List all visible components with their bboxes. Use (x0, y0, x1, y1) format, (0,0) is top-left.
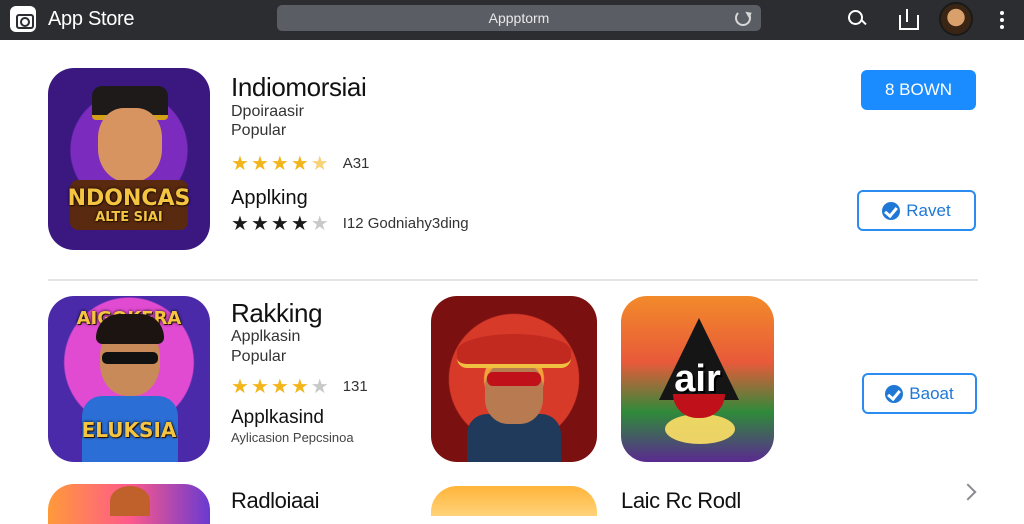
rating-row2: ★ ★ ★ ★ ★ 131 (231, 374, 368, 399)
baoat-button-label: Baoat (909, 383, 954, 403)
hat-shape (457, 334, 571, 368)
brand[interactable]: App Store (10, 6, 135, 32)
avatar[interactable] (939, 2, 973, 36)
star-icon: ★ (231, 213, 249, 235)
rating-row1: ★ ★ ★ ★ ★ A31 (231, 151, 369, 176)
app-title-row2[interactable]: Rakking (231, 298, 323, 329)
app-icon-pirate[interactable] (431, 296, 597, 462)
ravet-button-label: Ravet (906, 200, 951, 220)
icon-text: NDONCAS (67, 186, 191, 211)
app-store-icon (10, 6, 36, 32)
app-title-row3[interactable]: Radloiaai (231, 488, 320, 514)
reload-icon[interactable] (735, 10, 751, 26)
half-star-icon: ★ (310, 153, 329, 175)
top-bar: App Store Appptorm (0, 0, 1024, 40)
url-text: Appptorm (488, 10, 550, 26)
icon-text-bottom: ELUKSIA (81, 418, 177, 442)
app-icon-rakking[interactable]: AIGOKERA ELUKSIA (48, 296, 210, 462)
download-button[interactable]: 8 BOWN (861, 70, 976, 110)
glasses-shape (102, 352, 158, 364)
app-title-row3-b[interactable]: Laic Rc Rodl (621, 488, 741, 514)
rating-count-row1: A31 (342, 155, 370, 172)
app-subtitle-row2: Applkasin (231, 328, 301, 345)
star-icon: ★ (290, 213, 309, 235)
baoat-button[interactable]: Baoat (862, 373, 977, 414)
hair-shape (96, 314, 164, 344)
star-icon: ★ (231, 376, 249, 398)
star-icon: ★ (270, 213, 289, 235)
app-title: App Store (48, 7, 135, 30)
divider (48, 279, 978, 281)
section-label-row2: Applkasind (231, 407, 324, 428)
star-icon: ★ (250, 376, 269, 398)
rating2-text-row1: I12 Godniahy3ding (342, 215, 469, 232)
app-category-row1: Popular (231, 122, 287, 139)
star-empty-icon: ★ (310, 213, 329, 235)
app-title-row1[interactable]: Indiomorsiai (231, 72, 367, 103)
share-icon[interactable] (897, 8, 919, 30)
app-icon-radloiaai[interactable] (48, 484, 210, 524)
search-icon[interactable] (846, 8, 868, 30)
ravet-button[interactable]: Ravet (857, 190, 976, 231)
section-label-row1: Applking (231, 187, 308, 209)
star-icon: ★ (250, 153, 269, 175)
app-subtitle-row1: Dpoiraasir (231, 103, 304, 120)
glow-shape (665, 414, 735, 444)
mask-shape (487, 372, 541, 386)
star-icon: ★ (231, 153, 249, 175)
app-category-row2: Popular (231, 348, 287, 365)
more-icon[interactable] (1000, 11, 1004, 29)
check-icon (885, 384, 904, 403)
icon-text-2: ALTE SIAI (95, 210, 163, 225)
star-empty-icon: ★ (310, 376, 329, 398)
star-icon: ★ (250, 213, 269, 235)
star-icon: ★ (270, 153, 289, 175)
rating-count-row2: 131 (342, 378, 368, 395)
star-icon: ★ (290, 376, 309, 398)
section-sub-row2: Aylicasion Pepcsinoa (231, 430, 354, 445)
url-bar[interactable]: Appptorm (277, 5, 761, 31)
app-icon-indiomorsiai[interactable]: NDONCAS ALTE SIAI (48, 68, 210, 250)
chevron-right-icon[interactable] (959, 483, 977, 501)
check-icon (882, 201, 901, 220)
icon-text-air: air (674, 358, 721, 400)
star-icon: ★ (270, 376, 289, 398)
app-icon-air[interactable]: air (621, 296, 774, 462)
face-shape (98, 108, 162, 182)
star-icon: ★ (290, 153, 309, 175)
rating2-row1: ★ ★ ★ ★ ★ I12 Godniahy3ding (231, 211, 469, 236)
